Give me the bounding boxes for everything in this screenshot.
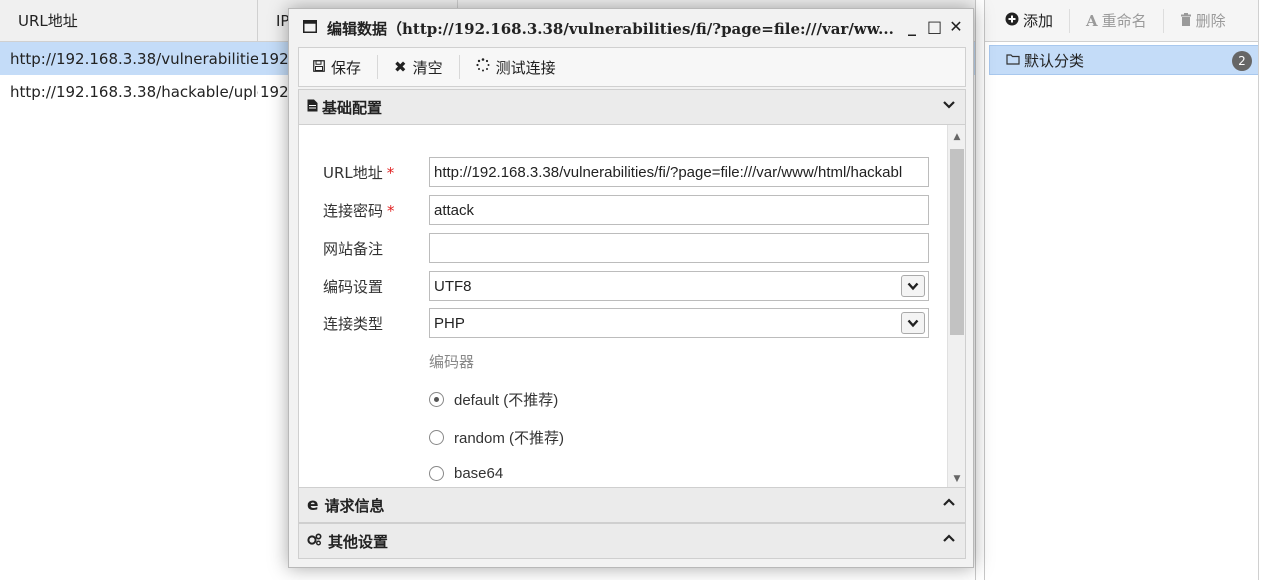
radio-icon[interactable]	[429, 466, 444, 481]
encoder-option-label: base64	[454, 465, 504, 482]
password-label-text: 连接密码	[323, 201, 384, 220]
password-row: 连接密码 * attack	[299, 195, 949, 225]
plus-circle-icon	[1005, 12, 1019, 30]
radio-checked-icon[interactable]	[429, 392, 444, 407]
url-label-text: URL地址	[323, 163, 383, 182]
gears-icon	[307, 532, 322, 550]
encoding-select[interactable]: UTF8	[429, 271, 929, 301]
minimize-icon[interactable]: _	[905, 17, 919, 36]
chevron-down-icon	[943, 98, 955, 114]
x-icon: ✖	[394, 58, 407, 76]
scroll-up-arrow-icon[interactable]: ▲	[948, 129, 965, 145]
url-input[interactable]: http://192.168.3.38/vulnerabilities/fi/?…	[429, 157, 929, 187]
close-icon[interactable]: ✕	[949, 17, 963, 36]
other-settings-title: 其他设置	[328, 532, 389, 551]
window-icon	[303, 19, 317, 37]
category-panel: 添加 A 重命名 删除 默认分类 2	[984, 0, 1284, 580]
encoder-option-default[interactable]: default (不推荐)	[429, 389, 558, 410]
category-toolbar: 添加 A 重命名 删除	[985, 0, 1284, 42]
url-field-label: URL地址 *	[299, 162, 429, 183]
radio-icon[interactable]	[429, 430, 444, 445]
basic-config-header[interactable]: 基础配置	[298, 89, 966, 125]
right-edge-panel	[1258, 0, 1284, 580]
category-label: 默认分类	[1024, 51, 1085, 70]
dialog-title: 编辑数据（http://192.168.3.38/vulnerabilities…	[327, 19, 894, 38]
encoding-select-value: UTF8	[434, 277, 472, 295]
clear-label: 清空	[412, 58, 443, 77]
row-url-cell[interactable]: http://192.168.3.38/vulnerabilities	[0, 50, 258, 68]
dialog-titlebar[interactable]: 编辑数据（http://192.168.3.38/vulnerabilities…	[289, 9, 973, 47]
trash-icon	[1180, 12, 1192, 30]
ie-icon: e	[307, 495, 319, 515]
connection-type-value: PHP	[434, 314, 465, 332]
form-scrollbar[interactable]: ▲ ▼	[947, 125, 965, 487]
password-input[interactable]: attack	[429, 195, 929, 225]
test-connection-button[interactable]: 测试连接	[476, 55, 572, 79]
rename-category-label: 重命名	[1101, 12, 1147, 30]
document-icon	[307, 98, 318, 116]
clear-button[interactable]: ✖ 清空	[394, 55, 460, 79]
other-settings-header[interactable]: 其他设置	[298, 523, 966, 559]
folder-icon	[1006, 51, 1020, 69]
basic-config-form: URL地址 * http://192.168.3.38/vulnerabiliti…	[298, 125, 966, 487]
basic-config-title: 基础配置	[322, 98, 383, 117]
rename-category-button[interactable]: A 重命名	[1086, 8, 1164, 33]
delete-category-button[interactable]: 删除	[1180, 9, 1242, 33]
required-mark: *	[387, 201, 395, 220]
type-row: 连接类型 PHP	[299, 308, 949, 338]
edit-data-dialog: 编辑数据（http://192.168.3.38/vulnerabilities…	[288, 8, 974, 568]
request-info-title: 请求信息	[324, 496, 385, 515]
save-button[interactable]: 保存	[313, 55, 379, 79]
add-category-button[interactable]: 添加	[1005, 8, 1071, 33]
encoder-label: 编码器	[429, 353, 475, 371]
scroll-down-arrow-icon[interactable]: ▼	[948, 471, 965, 487]
encoder-option-base64[interactable]: base64	[429, 465, 503, 482]
encoder-option-random[interactable]: random (不推荐)	[429, 427, 564, 448]
chevron-up-icon	[943, 532, 955, 548]
maximize-icon[interactable]: □	[927, 17, 942, 36]
font-a-icon: A	[1086, 11, 1098, 30]
request-info-header[interactable]: e 请求信息	[298, 487, 966, 523]
note-input[interactable]	[429, 233, 929, 263]
password-field-label: 连接密码 *	[299, 200, 429, 221]
connection-type-select[interactable]: PHP	[429, 308, 929, 338]
save-label: 保存	[331, 58, 362, 77]
encoding-field-label: 编码设置	[323, 277, 384, 296]
floppy-icon	[313, 58, 325, 76]
encoder-option-label: default (不推荐)	[454, 392, 559, 409]
column-header-url[interactable]: URL地址	[0, 0, 258, 42]
chevron-down-icon[interactable]	[901, 312, 925, 334]
row-url-cell[interactable]: http://192.168.3.38/hackable/uplc	[0, 83, 258, 101]
spinner-icon	[476, 58, 490, 76]
chevron-up-icon	[943, 496, 955, 512]
delete-category-label: 删除	[1195, 12, 1226, 30]
required-mark: *	[386, 163, 395, 182]
note-field-label: 网站备注	[323, 239, 384, 258]
add-category-label: 添加	[1023, 12, 1054, 30]
test-connection-label: 测试连接	[495, 58, 556, 77]
encoder-option-label: random (不推荐)	[454, 430, 565, 447]
url-row: URL地址 * http://192.168.3.38/vulnerabiliti…	[299, 157, 949, 187]
dialog-toolbar: 保存 ✖ 清空 测试连接	[298, 47, 966, 87]
category-count-badge: 2	[1232, 51, 1252, 71]
category-item-default[interactable]: 默认分类 2	[989, 45, 1259, 75]
chevron-down-icon[interactable]	[901, 275, 925, 297]
window-controls: _ □ ✕	[905, 17, 963, 36]
note-row: 网站备注	[299, 233, 949, 263]
type-field-label: 连接类型	[323, 314, 384, 333]
scrollbar-thumb[interactable]	[950, 149, 964, 335]
encoding-row: 编码设置 UTF8	[299, 271, 949, 301]
